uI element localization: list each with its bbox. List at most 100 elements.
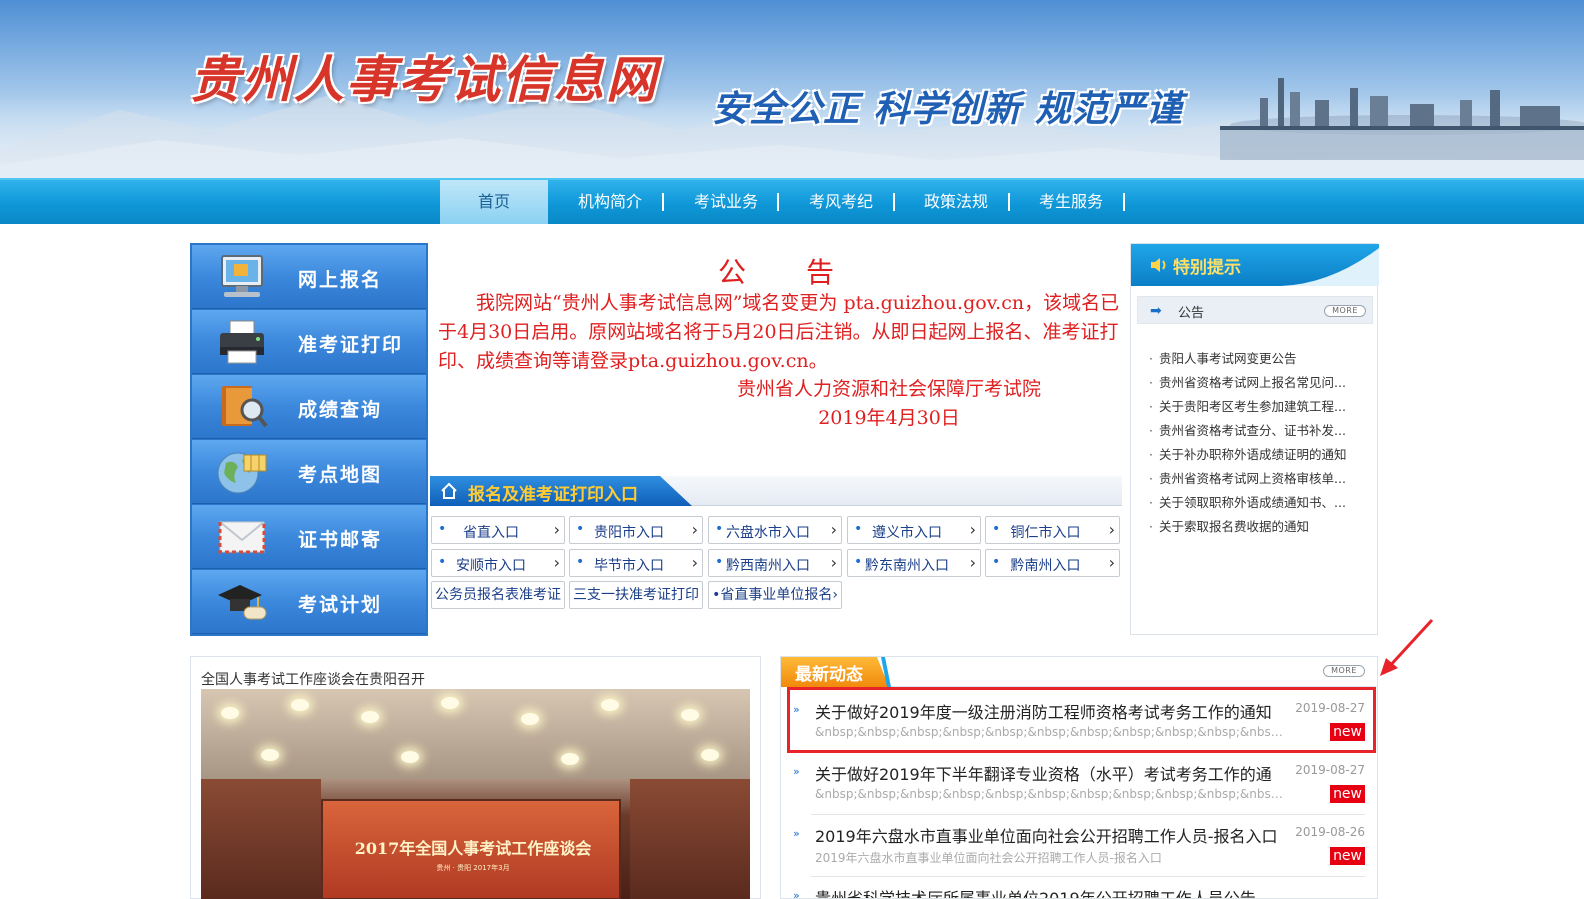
nav-item-candidate-service[interactable]: 考生服务	[1021, 180, 1121, 224]
list-item[interactable]: · 贵州省资格考试查分、证书补发...	[1149, 420, 1375, 440]
nav-item-about[interactable]: 机构简介	[560, 180, 660, 224]
news-summary: &nbsp;&nbsp;&nbsp;&nbsp;&nbsp;&nbsp;&nbs…	[815, 787, 1285, 801]
nav-separator	[662, 193, 664, 211]
double-chevron-icon: »	[793, 827, 800, 840]
entry-label: 六盘水市入口	[726, 525, 810, 541]
nav-item-exam-discipline[interactable]: 考风考纪	[791, 180, 891, 224]
announcement-date: 2019年4月30日	[818, 407, 960, 429]
ceiling-light	[221, 707, 239, 719]
ceiling-light	[441, 697, 459, 709]
news-date: 2019-08-26	[1295, 825, 1365, 839]
chevron-right-icon: ›	[553, 553, 560, 572]
entry-label: 贵阳市入口	[594, 525, 664, 541]
list-item[interactable]: · 贵州省资格考试网上资格审核单...	[1149, 468, 1375, 488]
ceiling-light	[681, 709, 699, 721]
entry-label: 铜仁市入口	[1010, 525, 1081, 541]
menu-exam-plan[interactable]: 考试计划	[192, 570, 426, 634]
highlight-box	[787, 687, 1376, 753]
printer-icon	[220, 320, 264, 364]
menu-admission-print[interactable]: 准考证打印	[192, 310, 426, 374]
ceiling-light	[601, 699, 619, 711]
more-button[interactable]: MORE	[1323, 665, 1365, 677]
photo-news-caption[interactable]: 全国人事考试工作座谈会在贵阳召开	[201, 669, 425, 689]
left-menu: 网上报名 准考证打印 成绩查询 考点地图 证书邮寄 考试计划	[190, 243, 428, 636]
list-item[interactable]: · 关于领取职称外语成绩通知书、...	[1149, 492, 1375, 512]
graduation-cap-icon	[218, 585, 267, 620]
nav-separator	[893, 193, 895, 211]
announcement-panel: 公告 我院网站“贵州人事考试信息网”域名变更为 pta.guizhou.gov.…	[430, 243, 1122, 471]
list-item[interactable]: · 关于贵阳考区考生参加建筑工程...	[1149, 396, 1375, 416]
news-item[interactable]: » 贵州省科学技术厅所属事业单位2019年公开招聘工作人员公告	[781, 877, 1377, 899]
news-title[interactable]: 2019年六盘水市直事业单位面向社会公开招聘工作人员-报名入口	[815, 823, 1285, 847]
menu-online-registration[interactable]: 网上报名	[192, 245, 426, 309]
news-title[interactable]: 贵州省科学技术厅所属事业单位2019年公开招聘工作人员公告	[815, 885, 1285, 898]
entry-anshun[interactable]: • 安顺市入口 ›	[431, 549, 565, 577]
nav-item-exam-business[interactable]: 考试业务	[676, 180, 776, 224]
news-photo[interactable]: 2017年全国人事考试工作座谈会 贵州 · 贵阳 2017年3月	[201, 689, 750, 899]
ceiling-light	[361, 711, 379, 723]
photo-news-panel: 全国人事考试工作座谈会在贵阳召开 2017年全国人事考试工作座谈会 贵州 · 贵…	[190, 656, 761, 899]
photo-wall	[201, 779, 321, 899]
list-item[interactable]: · 贵阳人事考试网变更公告	[1149, 348, 1375, 368]
entry-qiandongnan[interactable]: • 黔东南州入口 ›	[847, 549, 981, 577]
chevron-right-icon: ›	[1108, 553, 1115, 572]
home-icon	[441, 482, 457, 499]
entry-zunyi[interactable]: • 遵义市入口 ›	[847, 516, 981, 544]
news-summary: 2019年六盘水市直事业单位面向社会公开招聘工作人员-报名入口	[815, 851, 1162, 865]
globe-map-icon	[217, 452, 267, 494]
chevron-right-icon: ›	[830, 553, 837, 572]
ceiling-light	[521, 713, 539, 725]
special-tips-panel: 特别提示 ➡ 公告 MORE · 贵阳人事考试网变更公告 · 贵州省资格考试网上报名…	[1130, 243, 1379, 635]
ceiling-light	[291, 699, 309, 711]
list-item[interactable]: · 关于补办职称外语成绩证明的通知	[1149, 444, 1375, 464]
screen-text: 2017年全国人事考试工作座谈会	[354, 839, 592, 858]
entry-provincial[interactable]: • 省直入口 ›	[431, 516, 565, 544]
entry-qianxinan[interactable]: • 黔西南州入口 ›	[708, 549, 842, 577]
double-chevron-icon: »	[793, 889, 800, 899]
list-item[interactable]: · 贵州省资格考试网上报名常见问...	[1149, 372, 1375, 392]
speaker-icon	[1151, 258, 1166, 272]
entry-sanzhi-yifu-print[interactable]: 三支一扶准考证打印	[569, 581, 703, 609]
entry-qiannan[interactable]: • 黔南州入口 ›	[985, 549, 1120, 577]
entry-liupanshui[interactable]: • 六盘水市入口 ›	[708, 516, 842, 544]
envelope-icon	[218, 521, 266, 554]
entry-label: 遵义市入口	[872, 525, 942, 541]
news-date: 2019-08-27	[1295, 763, 1365, 777]
entry-provincial-institution[interactable]: •省直事业单位报名›	[708, 581, 842, 609]
menu-certificate-mail[interactable]: 证书邮寄	[192, 505, 426, 569]
menu-label: 考点地图	[298, 464, 383, 486]
menu-label: 成绩查询	[298, 399, 383, 421]
photo-wall	[630, 779, 750, 899]
annotation-arrow-icon	[1380, 618, 1434, 676]
city-skyline	[1220, 78, 1584, 160]
entry-civil-servant-form[interactable]: 公务员报名表准考证	[431, 581, 565, 609]
chevron-right-icon: ›	[969, 520, 976, 539]
list-item[interactable]: · 关于索取报名费收据的通知	[1149, 516, 1375, 536]
entry-tongren[interactable]: • 铜仁市入口 ›	[985, 516, 1120, 544]
arrow-right-icon: ➡	[1150, 303, 1162, 319]
more-button[interactable]: MORE	[1324, 305, 1366, 317]
ceiling-light	[701, 749, 719, 761]
latest-news-header: 最新动态 MORE	[781, 657, 1377, 687]
book-search-icon	[222, 386, 268, 428]
ceiling-light	[561, 753, 579, 765]
entry-section-header: 报名及准考证打印入口	[430, 476, 1122, 506]
news-item[interactable]: » 关于做好2019年下半年翻译专业资格（水平）考试考务工作的通 &nbsp;&…	[781, 753, 1377, 815]
subheader-title: 公告	[1178, 306, 1205, 321]
entry-guiyang[interactable]: • 贵阳市入口 ›	[569, 516, 703, 544]
nav-separator	[777, 193, 779, 211]
nav-item-policy[interactable]: 政策法规	[906, 180, 1006, 224]
announcement-subheader: ➡ 公告 MORE	[1137, 296, 1373, 324]
nav-item-home[interactable]: 首页	[440, 180, 548, 224]
chevron-right-icon: ›	[830, 520, 837, 539]
main-nav: 首页 机构简介 考试业务 考风考纪 政策法规 考生服务	[0, 178, 1584, 224]
entry-bijie[interactable]: • 毕节市入口 ›	[569, 549, 703, 577]
menu-exam-site-map[interactable]: 考点地图	[192, 440, 426, 504]
ceiling-light	[261, 749, 279, 761]
announcement-body: 我院网站“贵州人事考试信息网”域名变更为 pta.guizhou.gov.cn，…	[438, 292, 1120, 372]
entry-label: 毕节市入口	[594, 558, 664, 574]
news-title[interactable]: 关于做好2019年下半年翻译专业资格（水平）考试考务工作的通	[815, 761, 1285, 785]
news-item[interactable]: » 2019年六盘水市直事业单位面向社会公开招聘工作人员-报名入口 2019年六…	[781, 815, 1377, 877]
chevron-right-icon: ›	[553, 520, 560, 539]
menu-score-query[interactable]: 成绩查询	[192, 375, 426, 439]
